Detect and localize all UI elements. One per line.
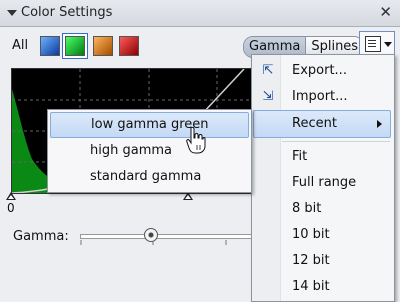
hand-cursor-icon [186,127,206,154]
menu-item-label: 12 bit [292,253,330,268]
list-icon [365,36,381,52]
menu-item-label: Export... [292,63,347,78]
menu-item-label: 10 bit [292,227,330,242]
import-icon: ⇲ [262,89,274,104]
close-icon[interactable]: ✕ [379,3,392,21]
menu-item-recent[interactable]: Recent [253,110,391,138]
collapse-arrow-icon[interactable] [7,10,17,16]
recent-item-high-gamma[interactable]: high gamma [50,139,247,163]
submenu-item-label: standard gamma [90,169,202,184]
midpoint-marker[interactable] [183,192,193,200]
blue-channel-swatch[interactable] [40,36,60,56]
options-context-menu: ⇱ Export... ⇲ Import... Recent Fit Full … [251,54,395,302]
export-icon: ⇱ [262,63,274,78]
menu-item-export[interactable]: ⇱ Export... [254,58,390,84]
menu-item-label: 14 bit [292,279,330,294]
menu-item-12-bit[interactable]: 12 bit [254,248,390,274]
menu-item-14-bit[interactable]: 14 bit [254,274,390,300]
menu-item-10-bit[interactable]: 10 bit [254,222,390,248]
menu-item-label: Import... [292,89,348,104]
menu-item-label: 8 bit [292,201,322,216]
orange-channel-swatch[interactable] [93,36,113,56]
menu-item-fit[interactable]: Fit [254,144,390,170]
gamma-slider-track[interactable] [80,234,257,239]
all-channels-label[interactable]: All [12,38,28,53]
black-point-marker[interactable] [6,192,16,200]
menu-item-8-bit[interactable]: 8 bit [254,196,390,222]
menu-item-label: Recent [292,116,337,131]
submenu-item-label: high gamma [90,143,172,158]
dropdown-arrow-icon [384,42,392,47]
gamma-slider-ticks [80,240,227,245]
menu-item-label: Fit [292,149,308,164]
recent-submenu: low gamma green high gamma standard gamm… [47,109,252,193]
menu-separator [282,141,390,142]
gamma-slider-label: Gamma: [13,229,69,244]
red-channel-swatch[interactable] [119,36,139,56]
recent-item-low-gamma-green[interactable]: low gamma green [50,112,249,138]
gamma-slider-thumb[interactable] [144,228,158,242]
green-channel-swatch[interactable] [65,36,85,56]
recent-item-standard-gamma[interactable]: standard gamma [50,165,247,189]
menu-item-label: Full range [292,175,357,190]
menu-item-import[interactable]: ⇲ Import... [254,84,390,110]
panel-title: Color Settings [21,5,113,20]
range-min-label: 0 [7,201,15,215]
menu-item-full-range[interactable]: Full range [254,170,390,196]
panel-titlebar: Color Settings ✕ [0,0,400,27]
submenu-arrow-icon [377,120,382,128]
